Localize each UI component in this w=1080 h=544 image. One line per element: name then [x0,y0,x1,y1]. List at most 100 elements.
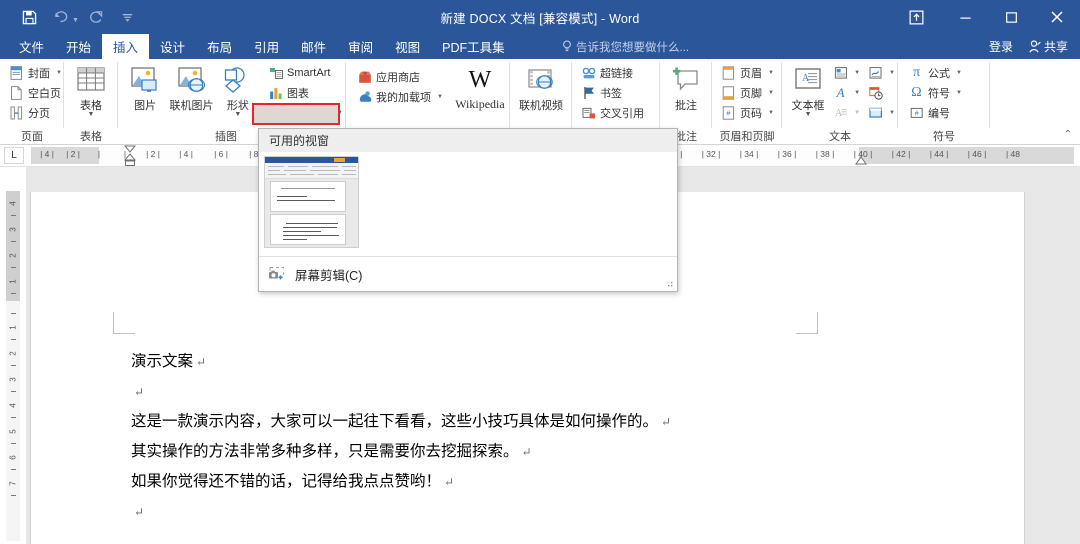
share-button[interactable]: 共享 [1023,36,1074,57]
number-button[interactable]: # 编号 [906,103,965,122]
hyperlink-label: 超链接 [600,67,633,80]
equation-button[interactable]: π 公式 ▼ [906,63,965,82]
wikipedia-label: Wikipedia [455,97,505,111]
ribbon-display-options-icon[interactable] [890,0,942,34]
header-label: 页眉 [740,67,762,80]
table-button[interactable]: 表格 ▼ [67,61,115,118]
tab-pdf-tools[interactable]: PDF工具集 [431,34,516,59]
chevron-down-icon[interactable]: ▼ [854,70,860,76]
right-indent-marker[interactable] [855,156,867,166]
tab-design[interactable]: 设计 [149,34,196,59]
tab-file[interactable]: 文件 [8,34,55,59]
online-picture-button[interactable]: 联机图片 [168,61,214,113]
tab-references[interactable]: 引用 [243,34,290,59]
word-window: ▼ 新建 DOCX 文档 [兼容模式] - Word 文件 开始 插入 设计 布… [0,0,1080,544]
indent-markers[interactable] [123,145,137,167]
sign-in-link[interactable]: 登录 [989,38,1013,55]
my-addins-button[interactable]: 我的加载项 ▼ [354,87,446,106]
page-number-button[interactable]: # 页码 ▼ [718,103,777,122]
symbol-icon: Ω [911,84,922,100]
comment-button[interactable]: 批注 [662,61,710,113]
table-icon [76,64,106,96]
chevron-down-icon[interactable]: ▼ [768,70,774,76]
tab-layout[interactable]: 布局 [196,34,243,59]
chart-icon [268,85,283,100]
bookmark-button[interactable]: 书签 [578,83,647,102]
doc-line-text: 演示文案 [131,353,194,370]
cross-reference-button[interactable]: 交叉引用 [578,103,647,122]
paragraph-mark: ↵ [196,355,207,369]
wordart-button[interactable]: A ▼ [830,83,863,102]
chevron-down-icon[interactable]: ▼ [889,70,895,76]
menu-thumbnail-area [259,152,677,256]
date-time-button[interactable] [865,83,898,102]
text-box-button[interactable]: A 文本框 ▼ [788,61,828,118]
smartart-button[interactable]: SmartArt [265,63,346,82]
chevron-down-icon[interactable]: ▼ [768,90,774,96]
thumb-ribbon [265,163,358,179]
drop-cap-button[interactable]: A ▼ [830,103,863,122]
cover-page-button[interactable]: 封面 ▼ [6,63,65,82]
tab-stop-selector[interactable]: L [4,147,24,164]
person-icon [1029,40,1041,53]
comment-label: 批注 [675,100,697,112]
date-time-icon [868,85,883,100]
chevron-down-icon[interactable]: ▼ [768,110,774,116]
equation-label: 公式 [928,67,950,80]
object-button[interactable]: ▼ [865,103,898,122]
header-button[interactable]: 页眉 ▼ [718,63,777,82]
available-window-thumbnail[interactable] [264,156,359,248]
tab-home[interactable]: 开始 [55,34,102,59]
chevron-down-icon[interactable]: ▼ [956,90,962,96]
cross-reference-icon [581,105,596,120]
wikipedia-button[interactable]: W Wikipedia [450,61,510,112]
vertical-ruler: 4 3 2 1 1 2 3 4 5 6 7 [0,167,26,544]
chevron-down-icon[interactable]: ▼ [805,111,812,118]
page-break-icon [9,105,24,120]
page-break-label: 分页 [28,107,50,120]
minimize-icon[interactable] [942,0,988,34]
chart-button[interactable]: 图表 [265,83,346,102]
screen-clipping-item[interactable]: 屏幕剪辑(C) [259,256,677,291]
tab-mailings[interactable]: 邮件 [290,34,337,59]
quick-parts-button[interactable]: ▼ [830,63,863,82]
hyperlink-icon [581,65,596,80]
tell-me-search[interactable]: 告诉我您想要做什么... [562,34,689,59]
doc-line-text: 如果你觉得还不错的话，记得给我点点赞哟！ [131,473,442,490]
close-icon[interactable] [1034,0,1080,34]
chevron-down-icon[interactable]: ▼ [56,70,62,76]
screenshot-dropdown-menu[interactable]: 可用的视窗 屏幕剪辑(C) [258,128,678,292]
page-break-button[interactable]: 分页 [6,103,65,122]
margin-marker-top-right [796,312,818,334]
picture-label: 图片 [134,100,157,112]
chevron-down-icon[interactable]: ▼ [854,90,860,96]
collapse-ribbon-button[interactable]: ⌃ [1064,129,1072,140]
signature-line-button[interactable]: ▼ [865,63,898,82]
chevron-down-icon[interactable]: ▼ [854,110,860,116]
hyperlink-button[interactable]: 超链接 [578,63,647,82]
chevron-down-icon[interactable]: ▼ [88,111,95,118]
thumb-page-2 [270,214,346,245]
blank-page-button[interactable]: 空白页 [6,83,65,102]
chevron-down-icon[interactable]: ▼ [234,111,241,118]
store-icon [357,69,372,84]
menu-resize-grip[interactable] [666,281,674,289]
footer-button[interactable]: 页脚 ▼ [718,83,777,102]
wikipedia-icon: W [468,67,492,93]
vruler-text-area [6,301,20,541]
quick-parts-icon [833,65,848,80]
store-button[interactable]: 应用商店 [354,67,446,86]
number-icon: # [909,105,924,120]
chevron-down-icon[interactable]: ▼ [437,94,443,100]
online-video-button[interactable]: 联机视频 [512,61,570,113]
tab-insert[interactable]: 插入 [102,34,150,59]
thumb-title-badge [334,158,345,162]
tab-review[interactable]: 审阅 [337,34,384,59]
symbol-button[interactable]: Ω 符号 ▼ [906,83,965,102]
picture-button[interactable]: 图片 [122,61,168,113]
document-text[interactable]: 演示文案 ↵ ↵ 这是一款演示内容，大家可以一起往下看看，这些小技巧具体是如何操作… [131,347,921,527]
chevron-down-icon[interactable]: ▼ [889,110,895,116]
maximize-icon[interactable] [988,0,1034,34]
chevron-down-icon[interactable]: ▼ [956,70,962,76]
tab-view[interactable]: 视图 [384,34,431,59]
